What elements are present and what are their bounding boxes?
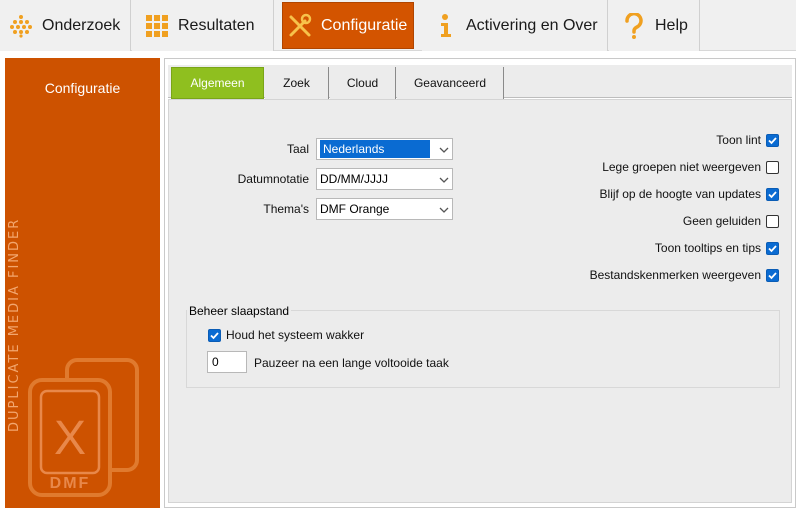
chevron-down-icon [436,142,452,156]
toolbar-activering-button[interactable]: Activering en Over [422,0,608,51]
toolbar-onderzoek-button[interactable]: Onderzoek [0,0,131,51]
tab-geavanceerd[interactable]: Geavanceerd [397,67,504,99]
option-label-bestandskenmerken: Bestandskenmerken weergeven [589,268,761,282]
checkbox-toon-lint[interactable] [766,134,779,147]
option-label-geen-geluiden: Geen geluiden [682,214,761,228]
check-icon [768,272,777,280]
date-format-value: DD/MM/JJJJ [320,172,388,186]
brand-vertical-text: DUPLICATE MEDIA FINDER [7,217,22,432]
toolbar-help-label: Help [655,16,688,34]
language-select[interactable]: Nederlands [316,138,453,160]
main-toolbar: Onderzoek Resultaten Configuratie Active… [0,0,796,51]
logo-letter: X [54,412,86,465]
toolbar-configuratie-label: Configuratie [321,16,408,34]
toolbar-help-button[interactable]: Help [609,0,700,51]
tab-cloud[interactable]: Cloud [330,67,396,99]
grid-icon [144,13,170,39]
toolbar-onderzoek-label: Onderzoek [42,16,121,34]
option-label-updates: Blijf op de hoogte van updates [599,187,761,201]
checkbox-geen-geluiden[interactable] [766,215,779,228]
tools-icon [287,13,313,39]
side-panel-title: Configuratie [44,80,121,96]
option-label-lege-groepen: Lege groepen niet weergeven [602,160,761,174]
sleep-group-title-label: Beheer slaapstand [187,304,292,318]
side-panel: Configuratie DUPLICATE MEDIA FINDER X DM… [5,58,160,508]
toolbar-configuratie-button[interactable]: Configuratie [282,2,414,49]
question-icon [621,12,647,39]
pause-label: Pauzeer na een lange voltooide taak [254,356,449,370]
theme-label: Thema's [263,202,309,216]
theme-select[interactable]: DMF Orange [316,198,453,220]
check-icon [210,332,219,340]
option-label-tooltips: Toon tooltips en tips [654,241,761,255]
checkbox-updates[interactable] [766,188,779,201]
chevron-down-icon [436,202,452,216]
tab-algemeen[interactable]: Algemeen [171,67,264,99]
chevron-down-icon [436,172,452,186]
dots-grid-icon [8,13,34,39]
pause-value-input[interactable]: 0 [207,351,247,373]
theme-value: DMF Orange [320,202,390,216]
logo-text: DMF [50,475,91,492]
check-icon [768,191,777,199]
checkbox-keep-awake[interactable] [208,329,221,342]
general-settings-panel: Taal Nederlands Datumnotatie DD/MM/JJJJ … [168,99,792,503]
settings-content: Algemeen Zoek Cloud Geavanceerd Taal Ned… [164,58,796,508]
language-value: Nederlands [320,140,430,158]
settings-tabs: Algemeen Zoek Cloud Geavanceerd [168,65,792,99]
checkbox-tooltips[interactable] [766,242,779,255]
checkbox-lege-groepen[interactable] [766,161,779,174]
dmf-logo: X DMF [27,358,142,501]
toolbar-activering-label: Activering en Over [466,16,598,34]
date-format-select[interactable]: DD/MM/JJJJ [316,168,453,190]
checkbox-bestandskenmerken[interactable] [766,269,779,282]
toolbar-resultaten-button[interactable]: Resultaten [132,0,274,51]
keep-awake-label: Houd het systeem wakker [226,328,365,342]
sleep-group-frame [186,310,780,388]
toolbar-resultaten-label: Resultaten [178,16,255,34]
language-label: Taal [286,142,309,156]
tab-zoek[interactable]: Zoek [265,67,329,99]
check-icon [768,245,777,253]
info-icon [432,13,458,39]
check-icon [768,137,777,145]
date-format-label: Datumnotatie [237,172,309,186]
option-label-toon-lint: Toon lint [716,133,761,147]
